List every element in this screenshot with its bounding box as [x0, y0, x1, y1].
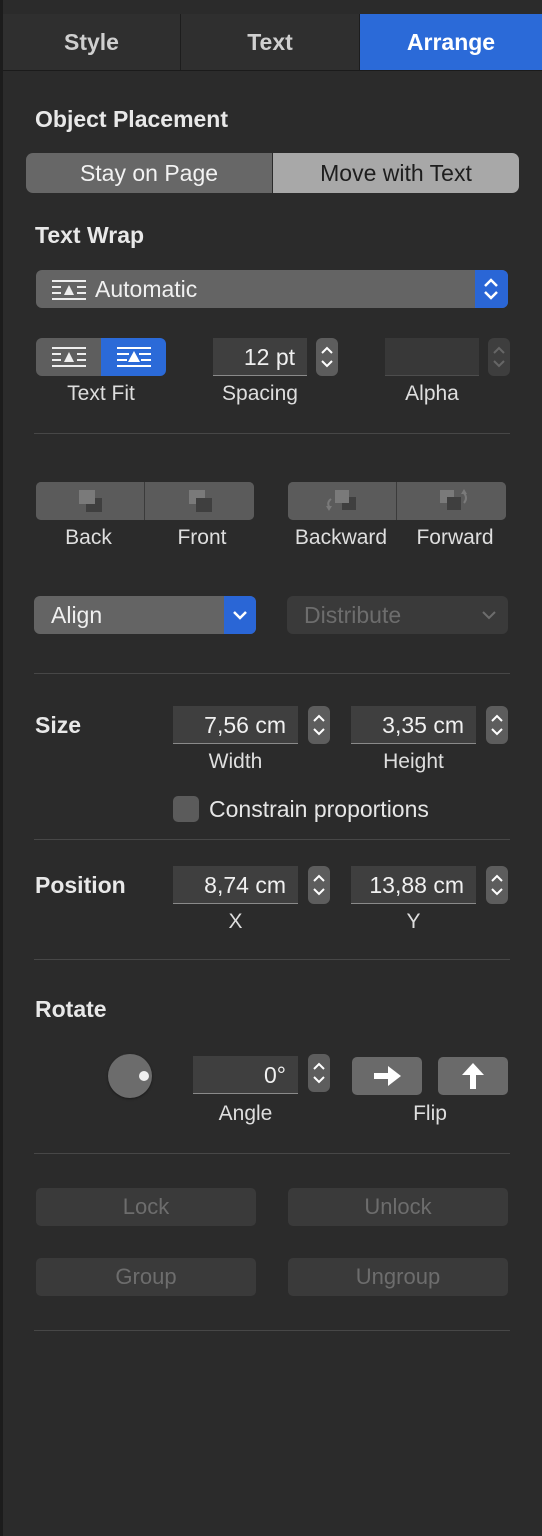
text-wrap-icon — [52, 279, 86, 306]
arrow-right-icon — [374, 1066, 401, 1086]
text-wrap-value: Automatic — [95, 276, 198, 302]
send-backward-icon — [326, 490, 356, 511]
align-popup[interactable]: Align — [34, 596, 256, 634]
alpha-field[interactable] — [385, 338, 479, 376]
wrap-shape-icon — [117, 347, 151, 367]
text-fit-label: Text Fit — [67, 382, 135, 405]
align-label: Align — [51, 602, 103, 628]
spacing-label: Spacing — [222, 382, 298, 405]
stay-on-page-option[interactable]: Stay on Page — [26, 153, 272, 193]
flip-vertical-button[interactable] — [438, 1057, 508, 1095]
spacing-field[interactable]: 12 pt — [213, 338, 307, 376]
group-button[interactable]: Group — [36, 1258, 256, 1296]
width-field[interactable]: 7,56 cm — [173, 706, 298, 744]
text-wrap-popup[interactable]: Automatic — [36, 270, 508, 308]
height-stepper[interactable] — [486, 706, 508, 744]
divider — [34, 433, 510, 434]
ungroup-button[interactable]: Ungroup — [288, 1258, 508, 1296]
back-button[interactable] — [36, 482, 145, 520]
front-button[interactable] — [145, 482, 254, 520]
x-label: X — [228, 910, 243, 933]
divider — [34, 839, 510, 840]
text-fit-control — [36, 338, 166, 376]
backward-button[interactable] — [288, 482, 397, 520]
lock-button[interactable]: Lock — [36, 1188, 256, 1226]
height-label: Height — [383, 750, 444, 773]
x-stepper[interactable] — [308, 866, 330, 904]
constrain-proportions-label: Constrain proportions — [209, 796, 429, 822]
wrap-around-icon — [52, 347, 86, 367]
x-field[interactable]: 8,74 cm — [173, 866, 298, 904]
constrain-proportions-checkbox[interactable] — [173, 796, 199, 822]
object-placement-segmented: Stay on Page Move with Text — [26, 153, 519, 193]
chevron-updown-icon — [475, 270, 508, 308]
flip-horizontal-button[interactable] — [352, 1057, 422, 1095]
angle-field[interactable]: 0° — [193, 1056, 298, 1094]
divider — [34, 1330, 510, 1331]
stepper-icon — [491, 874, 503, 896]
text-fit-wrap-button[interactable] — [36, 338, 101, 376]
bring-to-front-icon — [188, 490, 212, 512]
y-stepper[interactable] — [486, 866, 508, 904]
text-wrap-heading: Text Wrap — [35, 222, 145, 248]
bring-forward-icon — [439, 489, 467, 510]
y-field[interactable]: 13,88 cm — [351, 866, 476, 904]
divider — [34, 959, 510, 960]
divider — [34, 1153, 510, 1154]
distribute-popup[interactable]: Distribute — [287, 596, 508, 634]
unlock-button[interactable]: Unlock — [288, 1188, 508, 1226]
angle-stepper[interactable] — [308, 1054, 330, 1092]
width-label: Width — [208, 750, 263, 773]
distribute-label: Distribute — [304, 602, 402, 628]
forward-button[interactable] — [397, 482, 506, 520]
forward-label: Forward — [416, 526, 494, 549]
alpha-stepper[interactable] — [488, 338, 510, 376]
position-heading: Position — [35, 872, 126, 898]
height-field[interactable]: 3,35 cm — [351, 706, 476, 744]
y-label: Y — [406, 910, 421, 933]
backward-forward-buttons — [288, 482, 506, 520]
stepper-icon — [313, 714, 325, 736]
rotate-heading: Rotate — [35, 996, 107, 1022]
backward-label: Backward — [294, 526, 388, 549]
size-heading: Size — [35, 712, 82, 738]
spacing-stepper[interactable] — [316, 338, 338, 376]
rotation-knob[interactable] — [108, 1054, 152, 1098]
alpha-label: Alpha — [405, 382, 459, 405]
tab-style[interactable]: Style — [3, 14, 181, 70]
panel-edge — [0, 0, 3, 1536]
chevron-down-icon — [482, 611, 496, 620]
divider — [34, 673, 510, 674]
width-stepper[interactable] — [308, 706, 330, 744]
angle-label: Angle — [218, 1102, 273, 1125]
flip-label: Flip — [413, 1102, 447, 1125]
send-to-back-icon — [79, 490, 102, 512]
chevron-down-icon — [224, 596, 256, 634]
stepper-icon — [313, 874, 325, 896]
back-label: Back — [65, 526, 112, 549]
stepper-icon — [313, 1062, 325, 1084]
stepper-icon — [321, 346, 333, 368]
knob-indicator — [139, 1071, 149, 1081]
stepper-icon — [493, 346, 505, 368]
front-label: Front — [177, 526, 227, 549]
back-front-buttons — [36, 482, 254, 520]
inspector-tabs: Style Text Arrange — [3, 14, 542, 71]
text-fit-shape-button[interactable] — [101, 338, 166, 376]
tab-text[interactable]: Text — [181, 14, 360, 70]
move-with-text-option[interactable]: Move with Text — [273, 153, 519, 193]
arrow-up-icon — [462, 1063, 484, 1089]
object-placement-heading: Object Placement — [35, 106, 229, 132]
tab-arrange[interactable]: Arrange — [360, 14, 542, 70]
stepper-icon — [491, 714, 503, 736]
